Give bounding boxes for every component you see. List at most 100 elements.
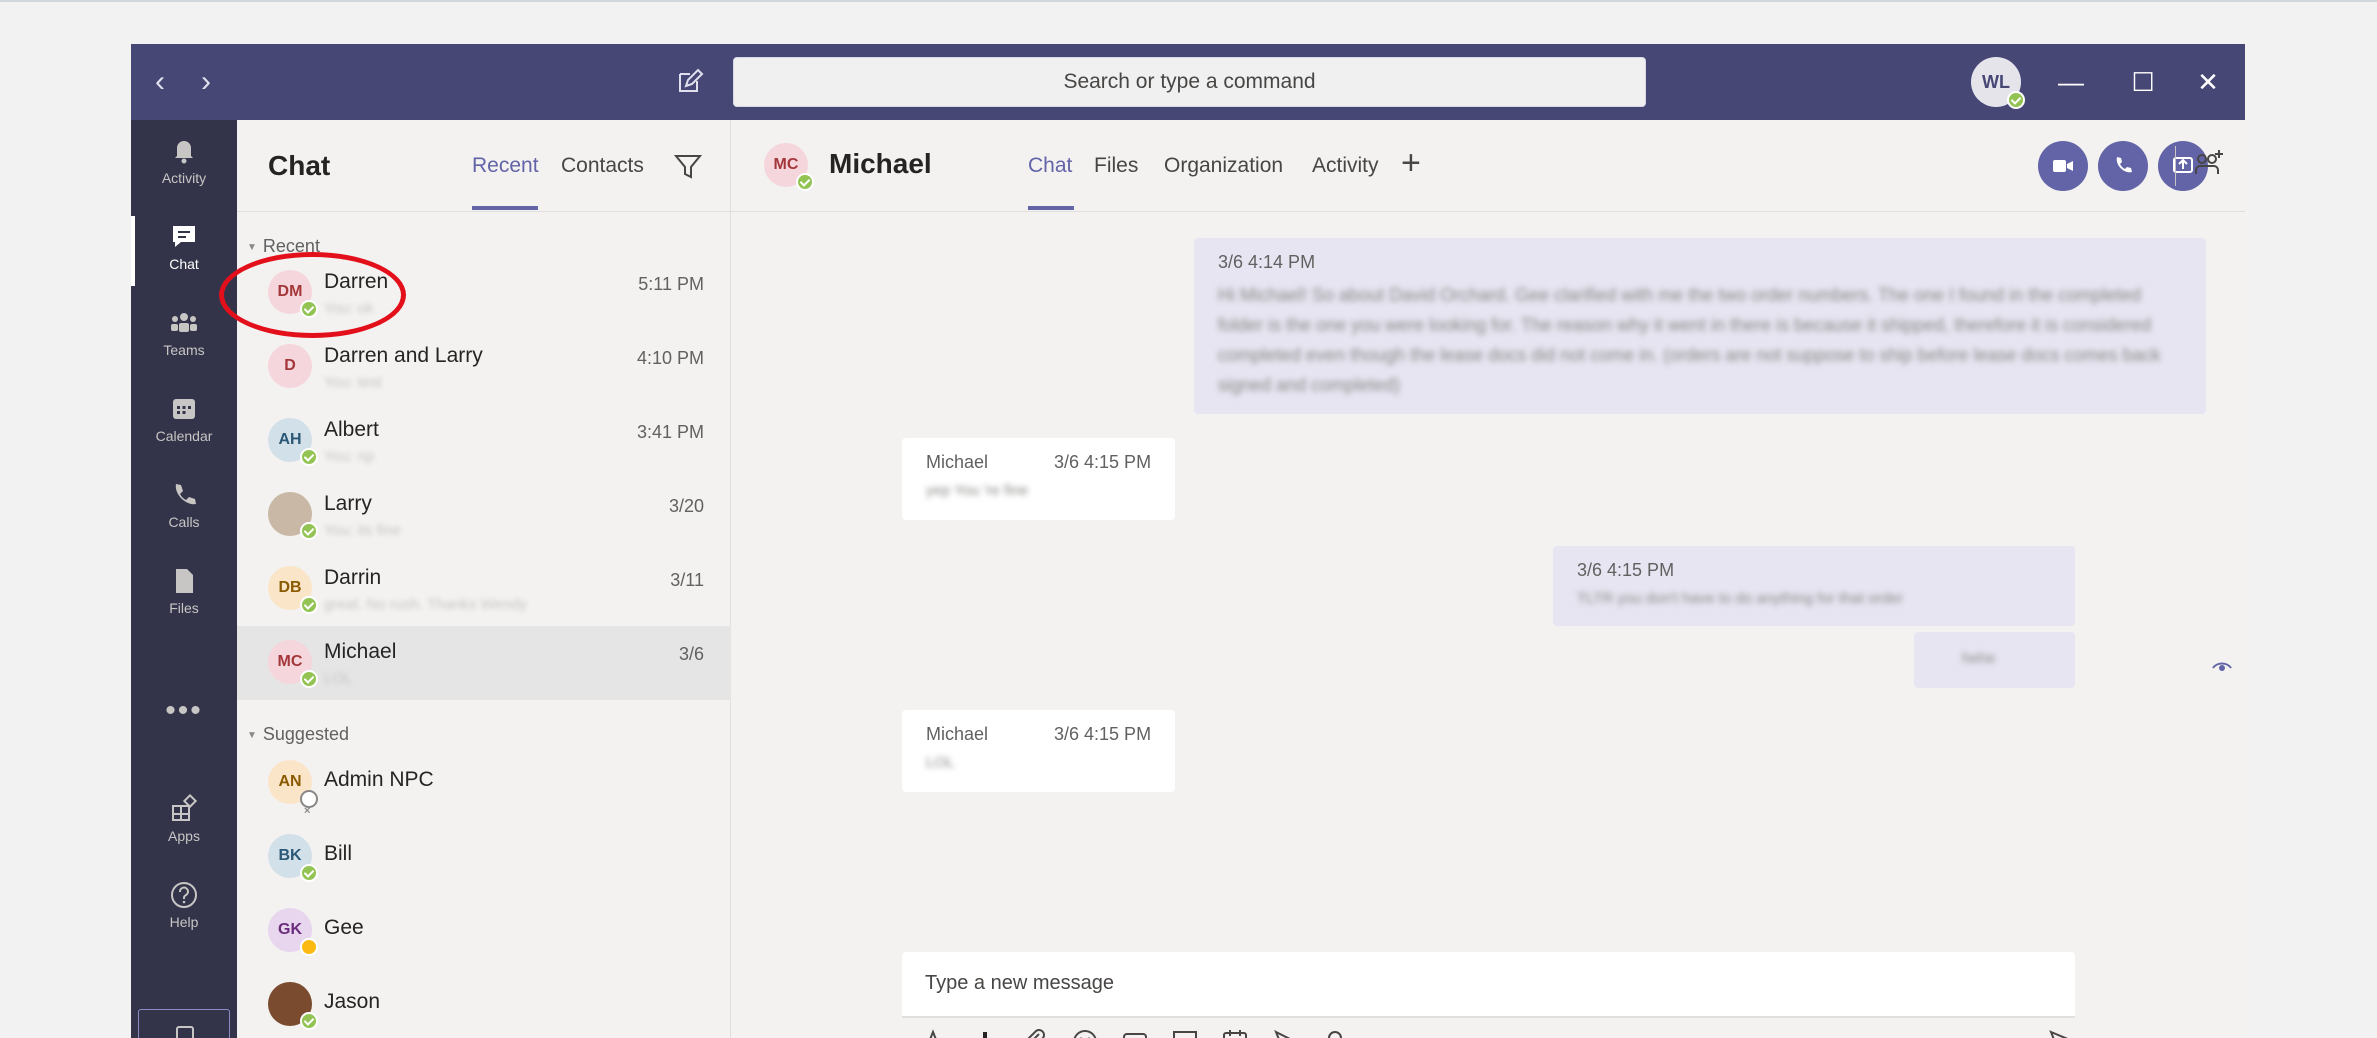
avatar-initials: DM: [277, 283, 303, 300]
more-icon[interactable]: [1369, 1026, 1401, 1038]
list-item[interactable]: AH Albert You: np 3:41 PM: [237, 404, 731, 478]
rail-item-activity[interactable]: Activity: [131, 122, 237, 208]
gif-icon[interactable]: GIF: [1119, 1026, 1151, 1038]
message-incoming[interactable]: Michael 3/6 4:15 PM LOL: [902, 710, 1175, 792]
chat-timestamp: 3/6: [678, 644, 704, 664]
message-preview: LOL: [324, 670, 353, 687]
avatar-initials: D: [284, 357, 296, 374]
tab-recent[interactable]: Recent: [472, 154, 539, 178]
contact-name: Albert: [324, 418, 379, 441]
message-timestamp: 3/6 4:15 PM: [1054, 724, 1152, 744]
forward-arrow-icon[interactable]: ›: [191, 62, 221, 102]
video-call-button[interactable]: [2038, 141, 2088, 191]
user-avatar[interactable]: WL: [1971, 57, 2025, 109]
message-outgoing[interactable]: hehe: [1914, 632, 2075, 688]
tab-files[interactable]: Files: [1094, 154, 1138, 178]
chat-timestamp: 3/20: [668, 496, 704, 516]
rail-item-calls[interactable]: Calls: [131, 466, 237, 552]
tab-activity[interactable]: Activity: [1312, 154, 1379, 178]
message-outgoing[interactable]: 3/6 4:15 PM TLTR you don't have to do an…: [1553, 546, 2075, 626]
presence-available-icon: [300, 670, 318, 688]
format-icon[interactable]: [919, 1026, 951, 1038]
contact-name: Darren: [324, 270, 389, 293]
contact-name: Gee: [324, 916, 364, 939]
chat-list-header: Chat Recent Contacts: [237, 120, 731, 212]
rail-item-chat[interactable]: Chat: [131, 208, 237, 294]
seen-eye-icon: [2212, 662, 2232, 671]
tab-organization[interactable]: Organization: [1164, 154, 1283, 178]
list-item[interactable]: GK Gee: [237, 894, 731, 968]
praise-icon[interactable]: [1319, 1026, 1351, 1038]
message-timestamp: 3/6 4:14 PM: [1218, 252, 1316, 272]
message-compose-box[interactable]: Type a new message: [902, 952, 2075, 1018]
attach-icon[interactable]: [1019, 1026, 1051, 1038]
presence-available-icon: [300, 448, 318, 466]
contact-name: Admin NPC: [324, 768, 434, 791]
presence-available-icon: [300, 300, 318, 318]
rail-item-teams[interactable]: Teams: [131, 294, 237, 380]
page-top-border: [0, 0, 2377, 2]
rail-label: Activity: [161, 170, 207, 186]
section-suggested[interactable]: ▼ Suggested: [247, 724, 349, 745]
title-bar: ‹ › Search or type a command WL — ☐ ✕: [131, 44, 2245, 120]
emoji-icon[interactable]: [1069, 1026, 1101, 1038]
add-people-icon[interactable]: [2191, 148, 2225, 182]
search-input[interactable]: Search or type a command: [733, 57, 1646, 107]
back-arrow-icon[interactable]: ‹: [145, 62, 175, 102]
minimize-button[interactable]: —: [2049, 62, 2093, 102]
message-text: TLTR you don't have to do anything for t…: [1577, 590, 1904, 607]
filter-icon[interactable]: [673, 152, 703, 182]
stream-icon[interactable]: [1269, 1026, 1301, 1038]
avatar-initials: AH: [278, 431, 302, 448]
conversation-name: Michael: [829, 148, 932, 179]
tab-contacts[interactable]: Contacts: [561, 154, 644, 178]
sticker-icon[interactable]: [1169, 1026, 1201, 1038]
avatar: MC: [268, 640, 318, 688]
meeting-icon[interactable]: [1219, 1026, 1251, 1038]
mobile-device-button[interactable]: [138, 1009, 230, 1038]
rail-item-help[interactable]: Help: [131, 866, 237, 952]
presence-available-icon: [300, 522, 318, 540]
add-tab-icon[interactable]: +: [1401, 146, 1421, 180]
tab-chat[interactable]: Chat: [1028, 154, 1072, 178]
phone-icon: [2116, 157, 2132, 173]
conversation-avatar[interactable]: MC: [764, 143, 814, 191]
rail-label: Help: [169, 914, 199, 930]
list-item[interactable]: Jason: [237, 968, 731, 1038]
message-outgoing[interactable]: 3/6 4:14 PM Hi Michael! So about David O…: [1194, 238, 2206, 414]
list-item[interactable]: DB Darrin great. No rush. Thanks Wendy 3/11: [237, 552, 731, 626]
list-item[interactable]: Larry You: its fine 3/20: [237, 478, 731, 552]
presence-available-icon: [300, 1012, 318, 1030]
section-recent[interactable]: ▼ Recent: [247, 236, 320, 257]
chat-timestamp: 4:10 PM: [636, 348, 704, 368]
list-item[interactable]: MC Michael LOL 3/6: [237, 626, 731, 700]
list-item[interactable]: DM Darren You: ok 5:11 PM: [237, 256, 731, 330]
important-icon[interactable]: [969, 1026, 1001, 1038]
contact-name: Darren and Larry: [324, 344, 483, 367]
close-button[interactable]: ✕: [2186, 62, 2230, 102]
active-tab-indicator: [1028, 206, 1074, 210]
list-item[interactable]: AN Admin NPC: [237, 746, 731, 820]
message-preview: You: ok: [324, 300, 374, 317]
send-icon[interactable]: [2047, 1026, 2079, 1038]
maximize-button[interactable]: ☐: [2121, 62, 2165, 102]
list-item[interactable]: D Darren and Larry You: test 4:10 PM: [237, 330, 731, 404]
new-chat-compose-icon[interactable]: [671, 64, 707, 100]
message-incoming[interactable]: Michael 3/6 4:15 PM yep You 're fine: [902, 438, 1175, 520]
presence-offline-icon: [300, 789, 318, 808]
collapse-caret-icon: ▼: [247, 241, 257, 253]
audio-call-button[interactable]: [2098, 141, 2148, 191]
apps-icon: [172, 794, 198, 821]
rail-item-apps[interactable]: Apps: [131, 780, 237, 866]
rail-item-calendar[interactable]: Calendar: [131, 380, 237, 466]
app-rail: Activity Chat Teams Calendar Calls Files…: [131, 120, 237, 1038]
more-apps-icon[interactable]: •••: [131, 696, 237, 736]
list-item[interactable]: BK Bill: [237, 820, 731, 894]
help-icon: [171, 882, 197, 908]
section-label-text: Recent: [262, 236, 320, 256]
rail-item-files[interactable]: Files: [131, 552, 237, 638]
avatar: DM: [268, 270, 318, 318]
mobile-phone-icon: [176, 1026, 194, 1038]
compose-placeholder: Type a new message: [925, 972, 1114, 994]
teams-window: ‹ › Search or type a command WL — ☐ ✕ Ac…: [131, 44, 2245, 1038]
